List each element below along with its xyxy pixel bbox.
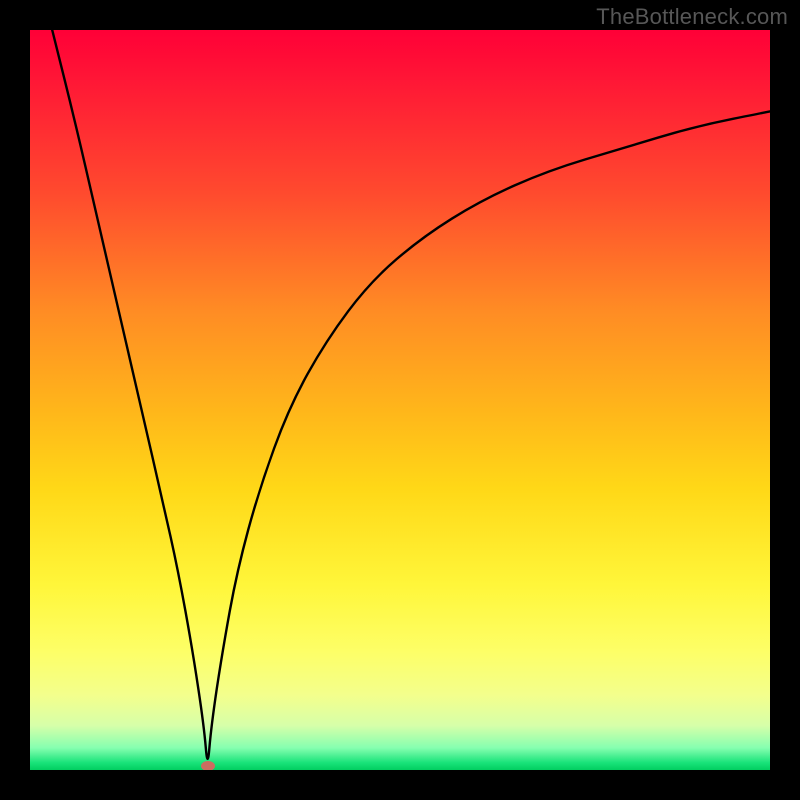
bottleneck-curve [30, 30, 770, 770]
minimum-marker-icon [201, 761, 215, 770]
plot-area [30, 30, 770, 770]
chart-frame: TheBottleneck.com [0, 0, 800, 800]
watermark-text: TheBottleneck.com [596, 4, 788, 30]
